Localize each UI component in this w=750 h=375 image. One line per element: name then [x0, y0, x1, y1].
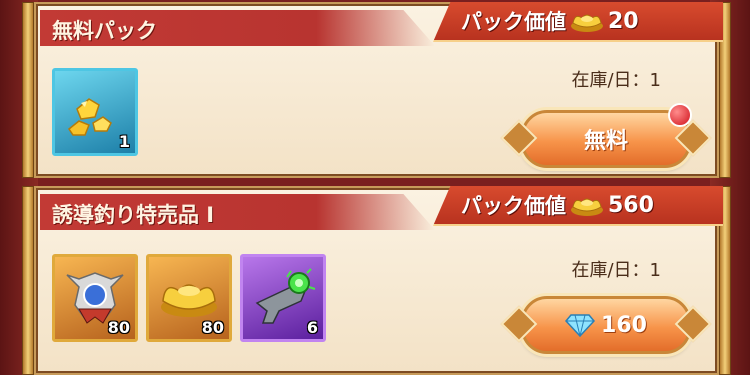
item-count: 80: [107, 318, 130, 337]
pack-value-label: パック価値: [461, 10, 566, 34]
pack-value-tab: パック価値 20: [433, 2, 723, 42]
pack-title: 誘導釣り特売品 I: [52, 203, 215, 227]
gold-ingot-icon: [570, 193, 604, 217]
item-count: 1: [118, 132, 130, 151]
pack-value-amount: 20: [608, 8, 639, 34]
diamond-icon: [565, 314, 596, 337]
pack-title-banner: 誘導釣り特売品 I: [40, 194, 435, 230]
price-label: 160: [601, 312, 647, 338]
claim-free-button[interactable]: 無料: [521, 103, 692, 168]
notification-dot: [668, 103, 692, 127]
scroll-pole-left: [22, 186, 34, 375]
pack-title-banner: 無料パック: [40, 10, 435, 46]
pack-card-special: 誘導釣り特売品 I パック価値 560 在庫/日：1 80 80 6 160: [22, 186, 731, 375]
pack-title: 無料パック: [52, 19, 157, 43]
item-count: 80: [201, 318, 224, 337]
pack-value-amount: 560: [608, 192, 654, 218]
claim-button-label: 無料: [583, 129, 628, 154]
pack-value-tab: パック価値 560: [433, 186, 723, 226]
buy-with-diamonds-button[interactable]: 160: [521, 296, 691, 354]
reward-item-slot[interactable]: 80: [52, 254, 138, 342]
scroll-pole-left: [22, 2, 34, 178]
gold-ingot-icon: [570, 9, 604, 33]
reward-item-slot[interactable]: 80: [146, 254, 232, 342]
pack-value-label: パック価値: [461, 194, 566, 218]
reward-item-slot[interactable]: 6: [240, 254, 326, 342]
pack-card-free: 無料パック パック価値 20 在庫/日：1 1 無料: [22, 2, 731, 178]
daily-stock-text: 在庫/日：1: [571, 260, 661, 281]
reward-item-slot[interactable]: 1: [52, 68, 138, 156]
item-count: 6: [306, 318, 318, 337]
daily-stock-text: 在庫/日：1: [571, 70, 661, 91]
